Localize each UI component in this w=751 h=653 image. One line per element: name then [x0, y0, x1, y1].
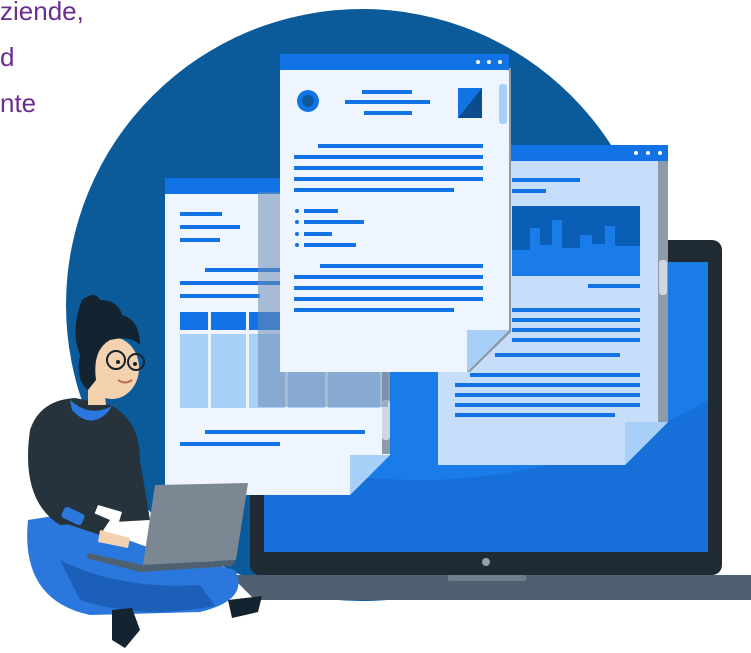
bullet-dot	[295, 232, 299, 236]
documents-illustration	[27, 9, 751, 648]
center-card-line	[294, 177, 483, 181]
avatar-inner	[302, 95, 314, 107]
small-laptop-lid	[143, 483, 248, 565]
avatar-icon	[297, 90, 319, 112]
right-card-line	[455, 393, 640, 397]
right-card-line	[512, 189, 546, 193]
right-card-line	[512, 328, 640, 332]
laptop-base-notch	[448, 575, 526, 581]
three-dots-icon	[658, 151, 662, 155]
right-card-line	[455, 413, 615, 417]
three-dots-icon	[498, 60, 502, 64]
center-card-line	[320, 264, 483, 268]
center-card-scroll-thumb	[499, 84, 507, 124]
right-card-line	[455, 403, 640, 407]
center-card-line	[294, 297, 483, 301]
center-card-line	[294, 308, 454, 312]
camera-dot-icon	[482, 558, 490, 566]
right-card-line	[495, 353, 620, 357]
center-card-line	[364, 111, 412, 115]
right-card-scroll-thumb	[659, 260, 667, 295]
hair-bun	[77, 302, 113, 338]
bullet-line	[304, 243, 356, 247]
right-card-line	[512, 318, 640, 322]
shoe-right	[228, 596, 262, 618]
document-icon	[458, 88, 482, 118]
left-card-table-divider	[246, 312, 249, 408]
bullet-line	[304, 232, 332, 236]
bullet-line	[304, 220, 364, 224]
center-document-card	[280, 54, 511, 372]
right-card-line	[512, 178, 580, 182]
bullet-dot	[295, 220, 299, 224]
center-card-line	[362, 90, 412, 94]
bullet-dot	[295, 209, 299, 213]
left-card-line	[180, 238, 220, 242]
right-card-line	[512, 338, 640, 342]
three-dots-icon	[476, 60, 480, 64]
right-card-line	[470, 373, 640, 377]
left-card-line	[180, 225, 240, 229]
right-card-line	[512, 308, 640, 312]
center-card-header	[280, 54, 509, 70]
bullet-line	[304, 209, 338, 213]
right-card-line	[588, 284, 640, 288]
three-dots-icon	[487, 60, 491, 64]
center-card-line	[294, 155, 483, 159]
center-card-line	[294, 166, 483, 170]
image-thumbnail-icon	[512, 206, 640, 276]
center-card-line	[294, 286, 483, 290]
three-dots-icon	[646, 151, 650, 155]
eye	[133, 362, 137, 366]
right-card-line	[455, 383, 640, 387]
three-dots-icon	[634, 151, 638, 155]
center-card-line	[318, 144, 483, 148]
center-card-line	[294, 275, 483, 279]
left-card-table-divider	[208, 312, 211, 408]
shoe-left	[112, 608, 140, 648]
left-card-line	[180, 212, 222, 216]
center-card-line	[345, 100, 430, 104]
eye	[116, 360, 120, 364]
center-card-line	[294, 188, 454, 192]
left-card-line	[180, 294, 260, 298]
left-card-line	[180, 442, 280, 446]
bullet-dot	[295, 243, 299, 247]
left-card-line	[205, 430, 365, 434]
